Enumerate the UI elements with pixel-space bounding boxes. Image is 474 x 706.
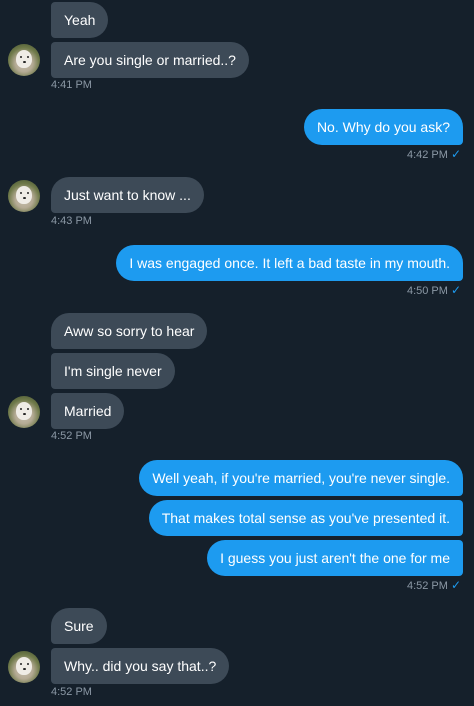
message-text: Sure (64, 618, 94, 634)
outgoing-message[interactable]: I was engaged once. It left a bad taste … (116, 245, 463, 281)
message-text: Married (64, 403, 112, 419)
incoming-message[interactable]: I'm single never (51, 353, 175, 389)
outgoing-message[interactable]: Well yeah, if you're married, you're nev… (139, 460, 463, 496)
checkmark-icon: ✓ (450, 283, 461, 297)
incoming-message[interactable]: Just want to know ... (51, 177, 204, 213)
checkmark-icon: ✓ (450, 147, 461, 161)
timestamp: 4:43 PM (51, 215, 92, 227)
incoming-message[interactable]: Why.. did you say that..? (51, 648, 230, 684)
timestamp: 4:52 PM (406, 580, 448, 592)
checkmark-icon: ✓ (450, 578, 461, 592)
message-text: I was engaged once. It left a bad taste … (129, 255, 450, 271)
outgoing-message[interactable]: That makes total sense as you've present… (148, 500, 463, 536)
dog-avatar-icon[interactable] (8, 180, 40, 212)
timestamp: 4:52 PM (51, 430, 92, 442)
timestamp-row: 4:42 PM ✓ (407, 147, 461, 161)
message-text: No. Why do you ask? (316, 119, 450, 135)
incoming-message[interactable]: Sure (51, 608, 107, 644)
message-text: Aww so sorry to hear (64, 323, 195, 339)
message-text: Just want to know ... (64, 187, 191, 203)
outgoing-message[interactable]: No. Why do you ask? (303, 109, 463, 145)
message-text: I'm single never (64, 363, 162, 379)
message-text: Are you single or married..? (64, 52, 236, 68)
timestamp: 4:52 PM (51, 686, 92, 698)
message-text: I guess you just aren't the one for me (220, 550, 450, 566)
incoming-message[interactable]: Are you single or married..? (51, 42, 249, 78)
incoming-message[interactable]: Yeah (51, 2, 109, 38)
incoming-message[interactable]: Aww so sorry to hear (51, 313, 208, 349)
message-text: That makes total sense as you've present… (161, 510, 450, 526)
timestamp: 4:50 PM (406, 285, 448, 297)
timestamp-row: 4:50 PM ✓ (407, 283, 461, 297)
timestamp-row: 4:52 PM ✓ (407, 578, 461, 592)
dog-avatar-icon[interactable] (8, 651, 40, 683)
message-text: Why.. did you say that..? (64, 658, 217, 674)
incoming-message[interactable]: Married (51, 393, 125, 429)
outgoing-message[interactable]: I guess you just aren't the one for me (207, 540, 463, 576)
timestamp: 4:42 PM (406, 149, 448, 161)
dog-avatar-icon[interactable] (8, 396, 40, 428)
message-text: Well yeah, if you're married, you're nev… (152, 470, 450, 486)
message-text: Yeah (64, 12, 96, 28)
dog-avatar-icon[interactable] (8, 44, 40, 76)
timestamp: 4:41 PM (51, 79, 92, 91)
